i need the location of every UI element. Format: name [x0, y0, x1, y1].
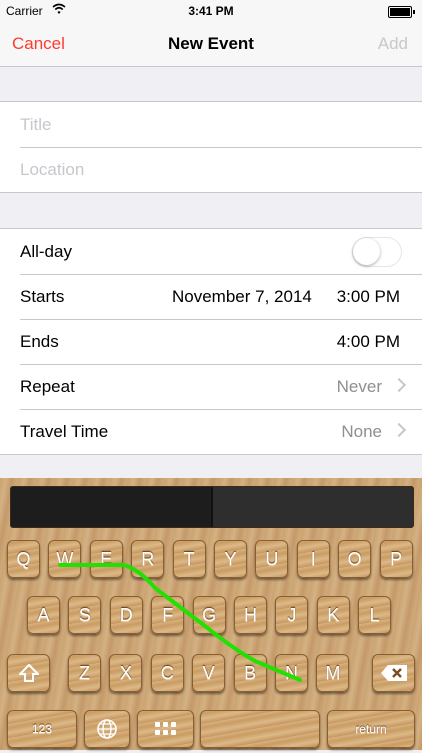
key-i[interactable]: I: [296, 540, 330, 578]
allday-toggle[interactable]: [352, 237, 402, 267]
keypad-icon: [154, 722, 176, 735]
suggestion-slot-right[interactable]: [213, 487, 413, 527]
key-k[interactable]: K: [316, 596, 350, 634]
return-key[interactable]: return: [327, 710, 415, 748]
title-input[interactable]: [20, 102, 412, 147]
key-r[interactable]: R: [131, 540, 165, 578]
wood-keyboard: Q W E R T Y U I O P A S D F G H J K L Z X C V B N M 123 return: [0, 478, 422, 750]
battery-icon: [388, 6, 415, 18]
title-location-group: [0, 101, 422, 193]
delete-icon: [380, 665, 407, 681]
key-d[interactable]: D: [109, 596, 143, 634]
key-a[interactable]: A: [27, 596, 60, 634]
battery-fill: [390, 8, 410, 16]
space-key[interactable]: [200, 710, 320, 748]
key-e[interactable]: E: [89, 540, 123, 578]
delete-key[interactable]: [372, 654, 415, 692]
shift-key[interactable]: [7, 654, 50, 692]
repeat-row[interactable]: Repeat Never: [0, 364, 422, 409]
key-m[interactable]: M: [316, 654, 350, 692]
starts-time[interactable]: 3:00 PM: [337, 287, 400, 307]
add-button[interactable]: Add: [378, 34, 408, 54]
time-group: All-day Starts November 7, 2014 3:00 PM …: [0, 228, 422, 455]
key-w[interactable]: W: [48, 540, 82, 578]
key-l[interactable]: L: [358, 596, 392, 634]
starts-date[interactable]: November 7, 2014: [172, 287, 312, 307]
travel-time-row[interactable]: Travel Time None: [0, 409, 422, 454]
key-f[interactable]: F: [151, 596, 185, 634]
cancel-button[interactable]: Cancel: [12, 34, 65, 54]
key-s[interactable]: S: [68, 596, 102, 634]
key-y[interactable]: Y: [214, 540, 247, 578]
travel-time-value: None: [341, 422, 382, 441]
key-h[interactable]: H: [234, 596, 267, 634]
travel-time-label: Travel Time: [20, 422, 109, 441]
repeat-value: Never: [336, 377, 382, 396]
allday-label: All-day: [20, 242, 72, 261]
globe-key[interactable]: [84, 710, 130, 748]
numbers-key[interactable]: 123: [7, 710, 77, 748]
suggestion-bar: [10, 486, 414, 528]
title-row: [0, 102, 422, 147]
location-row: [0, 147, 422, 192]
key-c[interactable]: C: [150, 654, 184, 692]
key-u[interactable]: U: [255, 540, 289, 578]
ends-time[interactable]: 4:00 PM: [337, 332, 400, 352]
key-p[interactable]: P: [379, 540, 413, 578]
key-b[interactable]: B: [233, 654, 267, 692]
suggestion-slot-left[interactable]: [11, 487, 211, 527]
status-bar: Carrier 3:41 PM: [0, 0, 422, 22]
status-time: 3:41 PM: [188, 4, 234, 18]
keypad-key[interactable]: [137, 710, 194, 748]
allday-row: All-day: [0, 229, 422, 274]
key-n[interactable]: N: [275, 654, 308, 692]
starts-label: Starts: [20, 287, 65, 306]
toggle-knob: [353, 238, 380, 265]
ends-label: Ends: [20, 332, 59, 351]
key-v[interactable]: V: [192, 654, 226, 692]
ends-row[interactable]: Ends 4:00 PM: [0, 319, 422, 364]
starts-row[interactable]: Starts November 7, 2014 3:00 PM: [0, 274, 422, 319]
chevron-right-icon: [391, 422, 407, 438]
navigation-bar: Cancel New Event Add: [0, 22, 422, 67]
key-j[interactable]: J: [275, 596, 309, 634]
repeat-label: Repeat: [20, 377, 75, 396]
key-t[interactable]: T: [172, 540, 206, 578]
key-o[interactable]: O: [338, 540, 372, 578]
chevron-right-icon: [391, 377, 407, 393]
globe-icon: [97, 719, 117, 739]
location-input[interactable]: [20, 147, 412, 192]
key-z[interactable]: Z: [68, 654, 101, 692]
key-x[interactable]: X: [109, 654, 143, 692]
shift-icon: [17, 663, 40, 682]
key-q[interactable]: Q: [7, 540, 40, 578]
key-g[interactable]: G: [192, 596, 226, 634]
